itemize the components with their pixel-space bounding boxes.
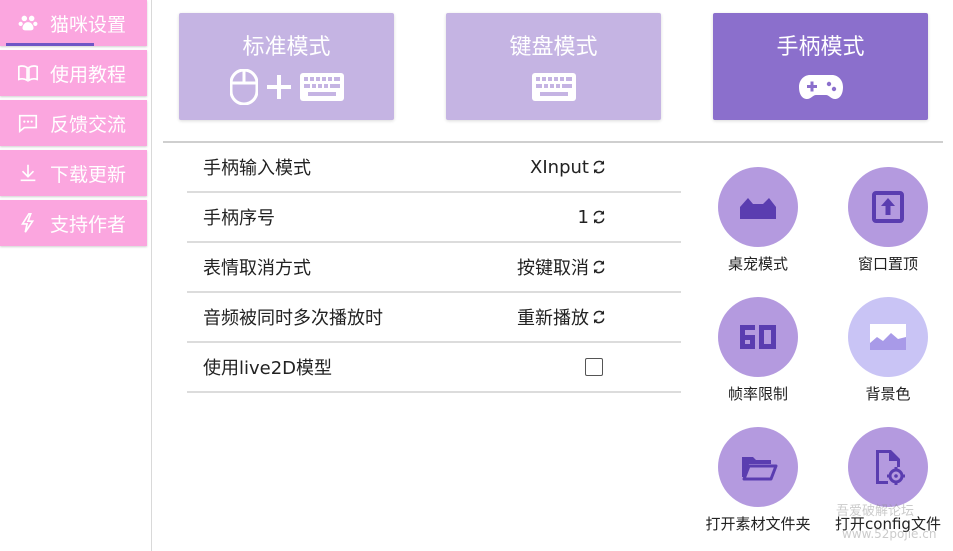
fps-60-icon (740, 325, 776, 349)
setting-row-gamepad-input-mode[interactable]: 手柄输入模式 XInput (187, 143, 681, 193)
sidebar-item-label: 使用教程 (50, 63, 127, 86)
sidebar-item-label: 反馈交流 (50, 113, 127, 136)
mode-card-gamepad[interactable]: 手柄模式 (713, 13, 928, 120)
tool-circle[interactable] (718, 297, 798, 377)
sidebar-item-tutorial[interactable]: 使用教程 (0, 50, 147, 96)
setting-value-toggle[interactable]: 1 (578, 207, 607, 228)
tool-label: 背景色 (865, 385, 911, 403)
image-landscape-icon (870, 324, 906, 350)
setting-value-toggle[interactable]: 按键取消 (517, 254, 607, 280)
setting-row-use-live2d[interactable]: 使用live2D模型 (187, 343, 681, 393)
setting-row-audio-overlap[interactable]: 音频被同时多次播放时 重新播放 (187, 293, 681, 343)
setting-row-emote-cancel-method[interactable]: 表情取消方式 按键取消 (187, 243, 681, 293)
tool-label: 桌宠模式 (727, 255, 788, 273)
keyboard-icon (531, 69, 576, 105)
setting-label: 手柄序号 (203, 208, 275, 229)
mode-title: 键盘模式 (509, 35, 598, 60)
tool-circle[interactable] (718, 427, 798, 507)
file-settings-icon (876, 450, 905, 485)
app-window: 猫咪设置 使用教程 反馈交流 下载更新 支持作者 标准模式 键盘模式 手柄模式 … (0, 0, 953, 551)
sidebar-item-support-author[interactable]: 支持作者 (0, 200, 147, 246)
tool-circle[interactable] (848, 427, 928, 507)
setting-label: 使用live2D模型 (203, 358, 333, 379)
setting-value: 重新播放 (517, 308, 589, 329)
tool-frame-rate-limit[interactable]: 帧率限制 (698, 297, 818, 404)
book-open-icon (16, 61, 40, 85)
setting-value: XInput (530, 156, 589, 178)
live2d-checkbox[interactable] (585, 358, 603, 376)
tool-open-assets-folder[interactable]: 打开素材文件夹 (698, 427, 818, 534)
watermark-text: 吾爱破解论坛 (836, 504, 915, 519)
sidebar-item-label: 猫咪设置 (50, 13, 127, 36)
pin-top-icon (872, 191, 904, 223)
gamepad-icon (798, 69, 844, 105)
paw-group-icon (16, 11, 40, 35)
refresh-icon (593, 260, 605, 274)
setting-label: 表情取消方式 (203, 258, 311, 279)
setting-value-toggle[interactable]: XInput (530, 157, 607, 178)
download-icon (16, 161, 40, 185)
setting-label: 音频被同时多次播放时 (203, 308, 383, 329)
tool-background-color[interactable]: 背景色 (828, 297, 948, 404)
tool-circle[interactable] (848, 297, 928, 377)
setting-label: 手柄输入模式 (203, 158, 311, 179)
tool-circle[interactable] (848, 167, 928, 247)
refresh-icon (593, 160, 605, 174)
setting-value: 1 (577, 206, 589, 228)
mouse-plus-keyboard-icon (229, 69, 344, 105)
sidebar: 猫咪设置 使用教程 反馈交流 下载更新 支持作者 (0, 0, 152, 551)
setting-value: 按键取消 (517, 258, 589, 279)
cat-ears-icon (740, 198, 776, 219)
chat-icon (16, 111, 40, 135)
tool-circle[interactable] (718, 167, 798, 247)
mode-title: 标准模式 (242, 35, 331, 60)
sidebar-item-label: 支持作者 (50, 213, 127, 236)
lightning-icon (16, 211, 40, 235)
folder-open-icon (742, 457, 778, 481)
tool-label: 打开素材文件夹 (705, 515, 811, 533)
tool-label: 窗口置顶 (857, 255, 918, 273)
tool-window-always-on-top[interactable]: 窗口置顶 (828, 167, 948, 274)
sidebar-item-label: 下载更新 (50, 163, 127, 186)
refresh-icon (593, 310, 605, 324)
tool-desktop-pet-mode[interactable]: 桌宠模式 (698, 167, 818, 274)
setting-value-toggle[interactable]: 重新播放 (517, 304, 607, 330)
sidebar-item-cat-settings[interactable]: 猫咪设置 (0, 0, 147, 46)
mode-title: 手柄模式 (776, 35, 865, 60)
setting-row-gamepad-index[interactable]: 手柄序号 1 (187, 193, 681, 243)
tool-label: 帧率限制 (727, 385, 788, 403)
sidebar-item-feedback[interactable]: 反馈交流 (0, 100, 147, 146)
watermark-url: www.52pojie.cn (842, 527, 937, 541)
refresh-icon (593, 210, 605, 224)
sidebar-item-download-update[interactable]: 下载更新 (0, 150, 147, 196)
mode-card-standard[interactable]: 标准模式 (179, 13, 394, 120)
mode-card-keyboard[interactable]: 键盘模式 (446, 13, 661, 120)
